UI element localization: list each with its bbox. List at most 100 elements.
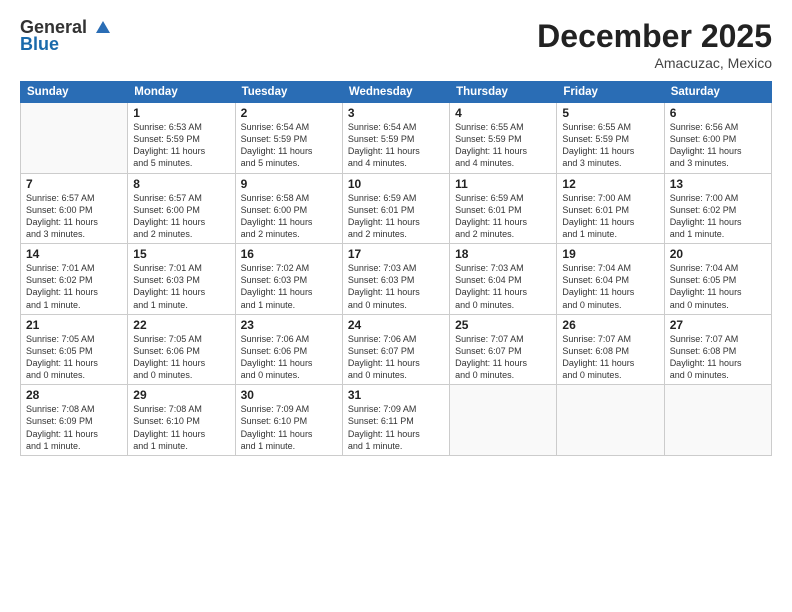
table-row: 16Sunrise: 7:02 AMSunset: 6:03 PMDayligh… bbox=[235, 244, 342, 315]
table-row: 28Sunrise: 7:08 AMSunset: 6:09 PMDayligh… bbox=[21, 385, 128, 456]
day-info: Sunrise: 7:06 AMSunset: 6:06 PMDaylight:… bbox=[241, 333, 337, 382]
table-row: 8Sunrise: 6:57 AMSunset: 6:00 PMDaylight… bbox=[128, 173, 235, 244]
day-number: 19 bbox=[562, 247, 658, 261]
day-number: 28 bbox=[26, 388, 122, 402]
table-row: 5Sunrise: 6:55 AMSunset: 5:59 PMDaylight… bbox=[557, 103, 664, 174]
header: General Blue December 2025 Amacuzac, Mex… bbox=[20, 18, 772, 71]
day-info: Sunrise: 7:09 AMSunset: 6:10 PMDaylight:… bbox=[241, 403, 337, 452]
day-number: 20 bbox=[670, 247, 766, 261]
day-info: Sunrise: 6:54 AMSunset: 5:59 PMDaylight:… bbox=[241, 121, 337, 170]
table-row: 12Sunrise: 7:00 AMSunset: 6:01 PMDayligh… bbox=[557, 173, 664, 244]
day-info: Sunrise: 6:57 AMSunset: 6:00 PMDaylight:… bbox=[26, 192, 122, 241]
calendar-week-row: 1Sunrise: 6:53 AMSunset: 5:59 PMDaylight… bbox=[21, 103, 772, 174]
day-info: Sunrise: 7:00 AMSunset: 6:02 PMDaylight:… bbox=[670, 192, 766, 241]
table-row: 31Sunrise: 7:09 AMSunset: 6:11 PMDayligh… bbox=[342, 385, 449, 456]
day-number: 7 bbox=[26, 177, 122, 191]
day-number: 13 bbox=[670, 177, 766, 191]
header-saturday: Saturday bbox=[664, 82, 771, 103]
day-number: 9 bbox=[241, 177, 337, 191]
day-number: 2 bbox=[241, 106, 337, 120]
table-row: 21Sunrise: 7:05 AMSunset: 6:05 PMDayligh… bbox=[21, 314, 128, 385]
day-info: Sunrise: 7:02 AMSunset: 6:03 PMDaylight:… bbox=[241, 262, 337, 311]
day-info: Sunrise: 6:54 AMSunset: 5:59 PMDaylight:… bbox=[348, 121, 444, 170]
day-number: 21 bbox=[26, 318, 122, 332]
day-info: Sunrise: 6:57 AMSunset: 6:00 PMDaylight:… bbox=[133, 192, 229, 241]
table-row bbox=[664, 385, 771, 456]
day-info: Sunrise: 7:07 AMSunset: 6:08 PMDaylight:… bbox=[670, 333, 766, 382]
table-row: 20Sunrise: 7:04 AMSunset: 6:05 PMDayligh… bbox=[664, 244, 771, 315]
calendar: Sunday Monday Tuesday Wednesday Thursday… bbox=[20, 81, 772, 456]
table-row: 6Sunrise: 6:56 AMSunset: 6:00 PMDaylight… bbox=[664, 103, 771, 174]
calendar-week-row: 7Sunrise: 6:57 AMSunset: 6:00 PMDaylight… bbox=[21, 173, 772, 244]
day-info: Sunrise: 7:09 AMSunset: 6:11 PMDaylight:… bbox=[348, 403, 444, 452]
table-row bbox=[21, 103, 128, 174]
day-number: 31 bbox=[348, 388, 444, 402]
table-row: 4Sunrise: 6:55 AMSunset: 5:59 PMDaylight… bbox=[450, 103, 557, 174]
day-number: 6 bbox=[670, 106, 766, 120]
table-row: 25Sunrise: 7:07 AMSunset: 6:07 PMDayligh… bbox=[450, 314, 557, 385]
table-row: 14Sunrise: 7:01 AMSunset: 6:02 PMDayligh… bbox=[21, 244, 128, 315]
day-info: Sunrise: 7:04 AMSunset: 6:04 PMDaylight:… bbox=[562, 262, 658, 311]
day-number: 15 bbox=[133, 247, 229, 261]
page: General Blue December 2025 Amacuzac, Mex… bbox=[0, 0, 792, 612]
table-row: 23Sunrise: 7:06 AMSunset: 6:06 PMDayligh… bbox=[235, 314, 342, 385]
table-row: 7Sunrise: 6:57 AMSunset: 6:00 PMDaylight… bbox=[21, 173, 128, 244]
month-year: December 2025 bbox=[537, 18, 772, 55]
table-row: 18Sunrise: 7:03 AMSunset: 6:04 PMDayligh… bbox=[450, 244, 557, 315]
day-info: Sunrise: 7:03 AMSunset: 6:03 PMDaylight:… bbox=[348, 262, 444, 311]
table-row: 24Sunrise: 7:06 AMSunset: 6:07 PMDayligh… bbox=[342, 314, 449, 385]
table-row: 22Sunrise: 7:05 AMSunset: 6:06 PMDayligh… bbox=[128, 314, 235, 385]
day-number: 11 bbox=[455, 177, 551, 191]
table-row: 26Sunrise: 7:07 AMSunset: 6:08 PMDayligh… bbox=[557, 314, 664, 385]
day-info: Sunrise: 6:58 AMSunset: 6:00 PMDaylight:… bbox=[241, 192, 337, 241]
day-number: 18 bbox=[455, 247, 551, 261]
day-number: 8 bbox=[133, 177, 229, 191]
calendar-week-row: 28Sunrise: 7:08 AMSunset: 6:09 PMDayligh… bbox=[21, 385, 772, 456]
table-row: 3Sunrise: 6:54 AMSunset: 5:59 PMDaylight… bbox=[342, 103, 449, 174]
table-row: 13Sunrise: 7:00 AMSunset: 6:02 PMDayligh… bbox=[664, 173, 771, 244]
day-info: Sunrise: 7:08 AMSunset: 6:09 PMDaylight:… bbox=[26, 403, 122, 452]
logo: General Blue bbox=[20, 18, 112, 55]
day-info: Sunrise: 7:03 AMSunset: 6:04 PMDaylight:… bbox=[455, 262, 551, 311]
calendar-week-row: 21Sunrise: 7:05 AMSunset: 6:05 PMDayligh… bbox=[21, 314, 772, 385]
table-row: 27Sunrise: 7:07 AMSunset: 6:08 PMDayligh… bbox=[664, 314, 771, 385]
day-info: Sunrise: 7:01 AMSunset: 6:02 PMDaylight:… bbox=[26, 262, 122, 311]
table-row: 19Sunrise: 7:04 AMSunset: 6:04 PMDayligh… bbox=[557, 244, 664, 315]
day-info: Sunrise: 7:01 AMSunset: 6:03 PMDaylight:… bbox=[133, 262, 229, 311]
table-row: 2Sunrise: 6:54 AMSunset: 5:59 PMDaylight… bbox=[235, 103, 342, 174]
table-row: 9Sunrise: 6:58 AMSunset: 6:00 PMDaylight… bbox=[235, 173, 342, 244]
day-info: Sunrise: 7:05 AMSunset: 6:06 PMDaylight:… bbox=[133, 333, 229, 382]
day-number: 14 bbox=[26, 247, 122, 261]
day-number: 17 bbox=[348, 247, 444, 261]
day-number: 3 bbox=[348, 106, 444, 120]
day-info: Sunrise: 6:55 AMSunset: 5:59 PMDaylight:… bbox=[562, 121, 658, 170]
day-info: Sunrise: 6:56 AMSunset: 6:00 PMDaylight:… bbox=[670, 121, 766, 170]
table-row: 30Sunrise: 7:09 AMSunset: 6:10 PMDayligh… bbox=[235, 385, 342, 456]
day-number: 26 bbox=[562, 318, 658, 332]
day-number: 10 bbox=[348, 177, 444, 191]
table-row: 1Sunrise: 6:53 AMSunset: 5:59 PMDaylight… bbox=[128, 103, 235, 174]
day-info: Sunrise: 6:55 AMSunset: 5:59 PMDaylight:… bbox=[455, 121, 551, 170]
table-row: 11Sunrise: 6:59 AMSunset: 6:01 PMDayligh… bbox=[450, 173, 557, 244]
day-number: 22 bbox=[133, 318, 229, 332]
header-thursday: Thursday bbox=[450, 82, 557, 103]
day-number: 5 bbox=[562, 106, 658, 120]
day-info: Sunrise: 7:07 AMSunset: 6:07 PMDaylight:… bbox=[455, 333, 551, 382]
day-info: Sunrise: 7:00 AMSunset: 6:01 PMDaylight:… bbox=[562, 192, 658, 241]
title-section: December 2025 Amacuzac, Mexico bbox=[537, 18, 772, 71]
day-number: 24 bbox=[348, 318, 444, 332]
table-row: 29Sunrise: 7:08 AMSunset: 6:10 PMDayligh… bbox=[128, 385, 235, 456]
day-info: Sunrise: 7:07 AMSunset: 6:08 PMDaylight:… bbox=[562, 333, 658, 382]
day-info: Sunrise: 6:53 AMSunset: 5:59 PMDaylight:… bbox=[133, 121, 229, 170]
header-monday: Monday bbox=[128, 82, 235, 103]
header-friday: Friday bbox=[557, 82, 664, 103]
table-row: 10Sunrise: 6:59 AMSunset: 6:01 PMDayligh… bbox=[342, 173, 449, 244]
weekday-header-row: Sunday Monday Tuesday Wednesday Thursday… bbox=[21, 82, 772, 103]
day-number: 4 bbox=[455, 106, 551, 120]
day-number: 16 bbox=[241, 247, 337, 261]
table-row bbox=[450, 385, 557, 456]
day-info: Sunrise: 6:59 AMSunset: 6:01 PMDaylight:… bbox=[348, 192, 444, 241]
calendar-week-row: 14Sunrise: 7:01 AMSunset: 6:02 PMDayligh… bbox=[21, 244, 772, 315]
day-number: 29 bbox=[133, 388, 229, 402]
day-info: Sunrise: 7:05 AMSunset: 6:05 PMDaylight:… bbox=[26, 333, 122, 382]
